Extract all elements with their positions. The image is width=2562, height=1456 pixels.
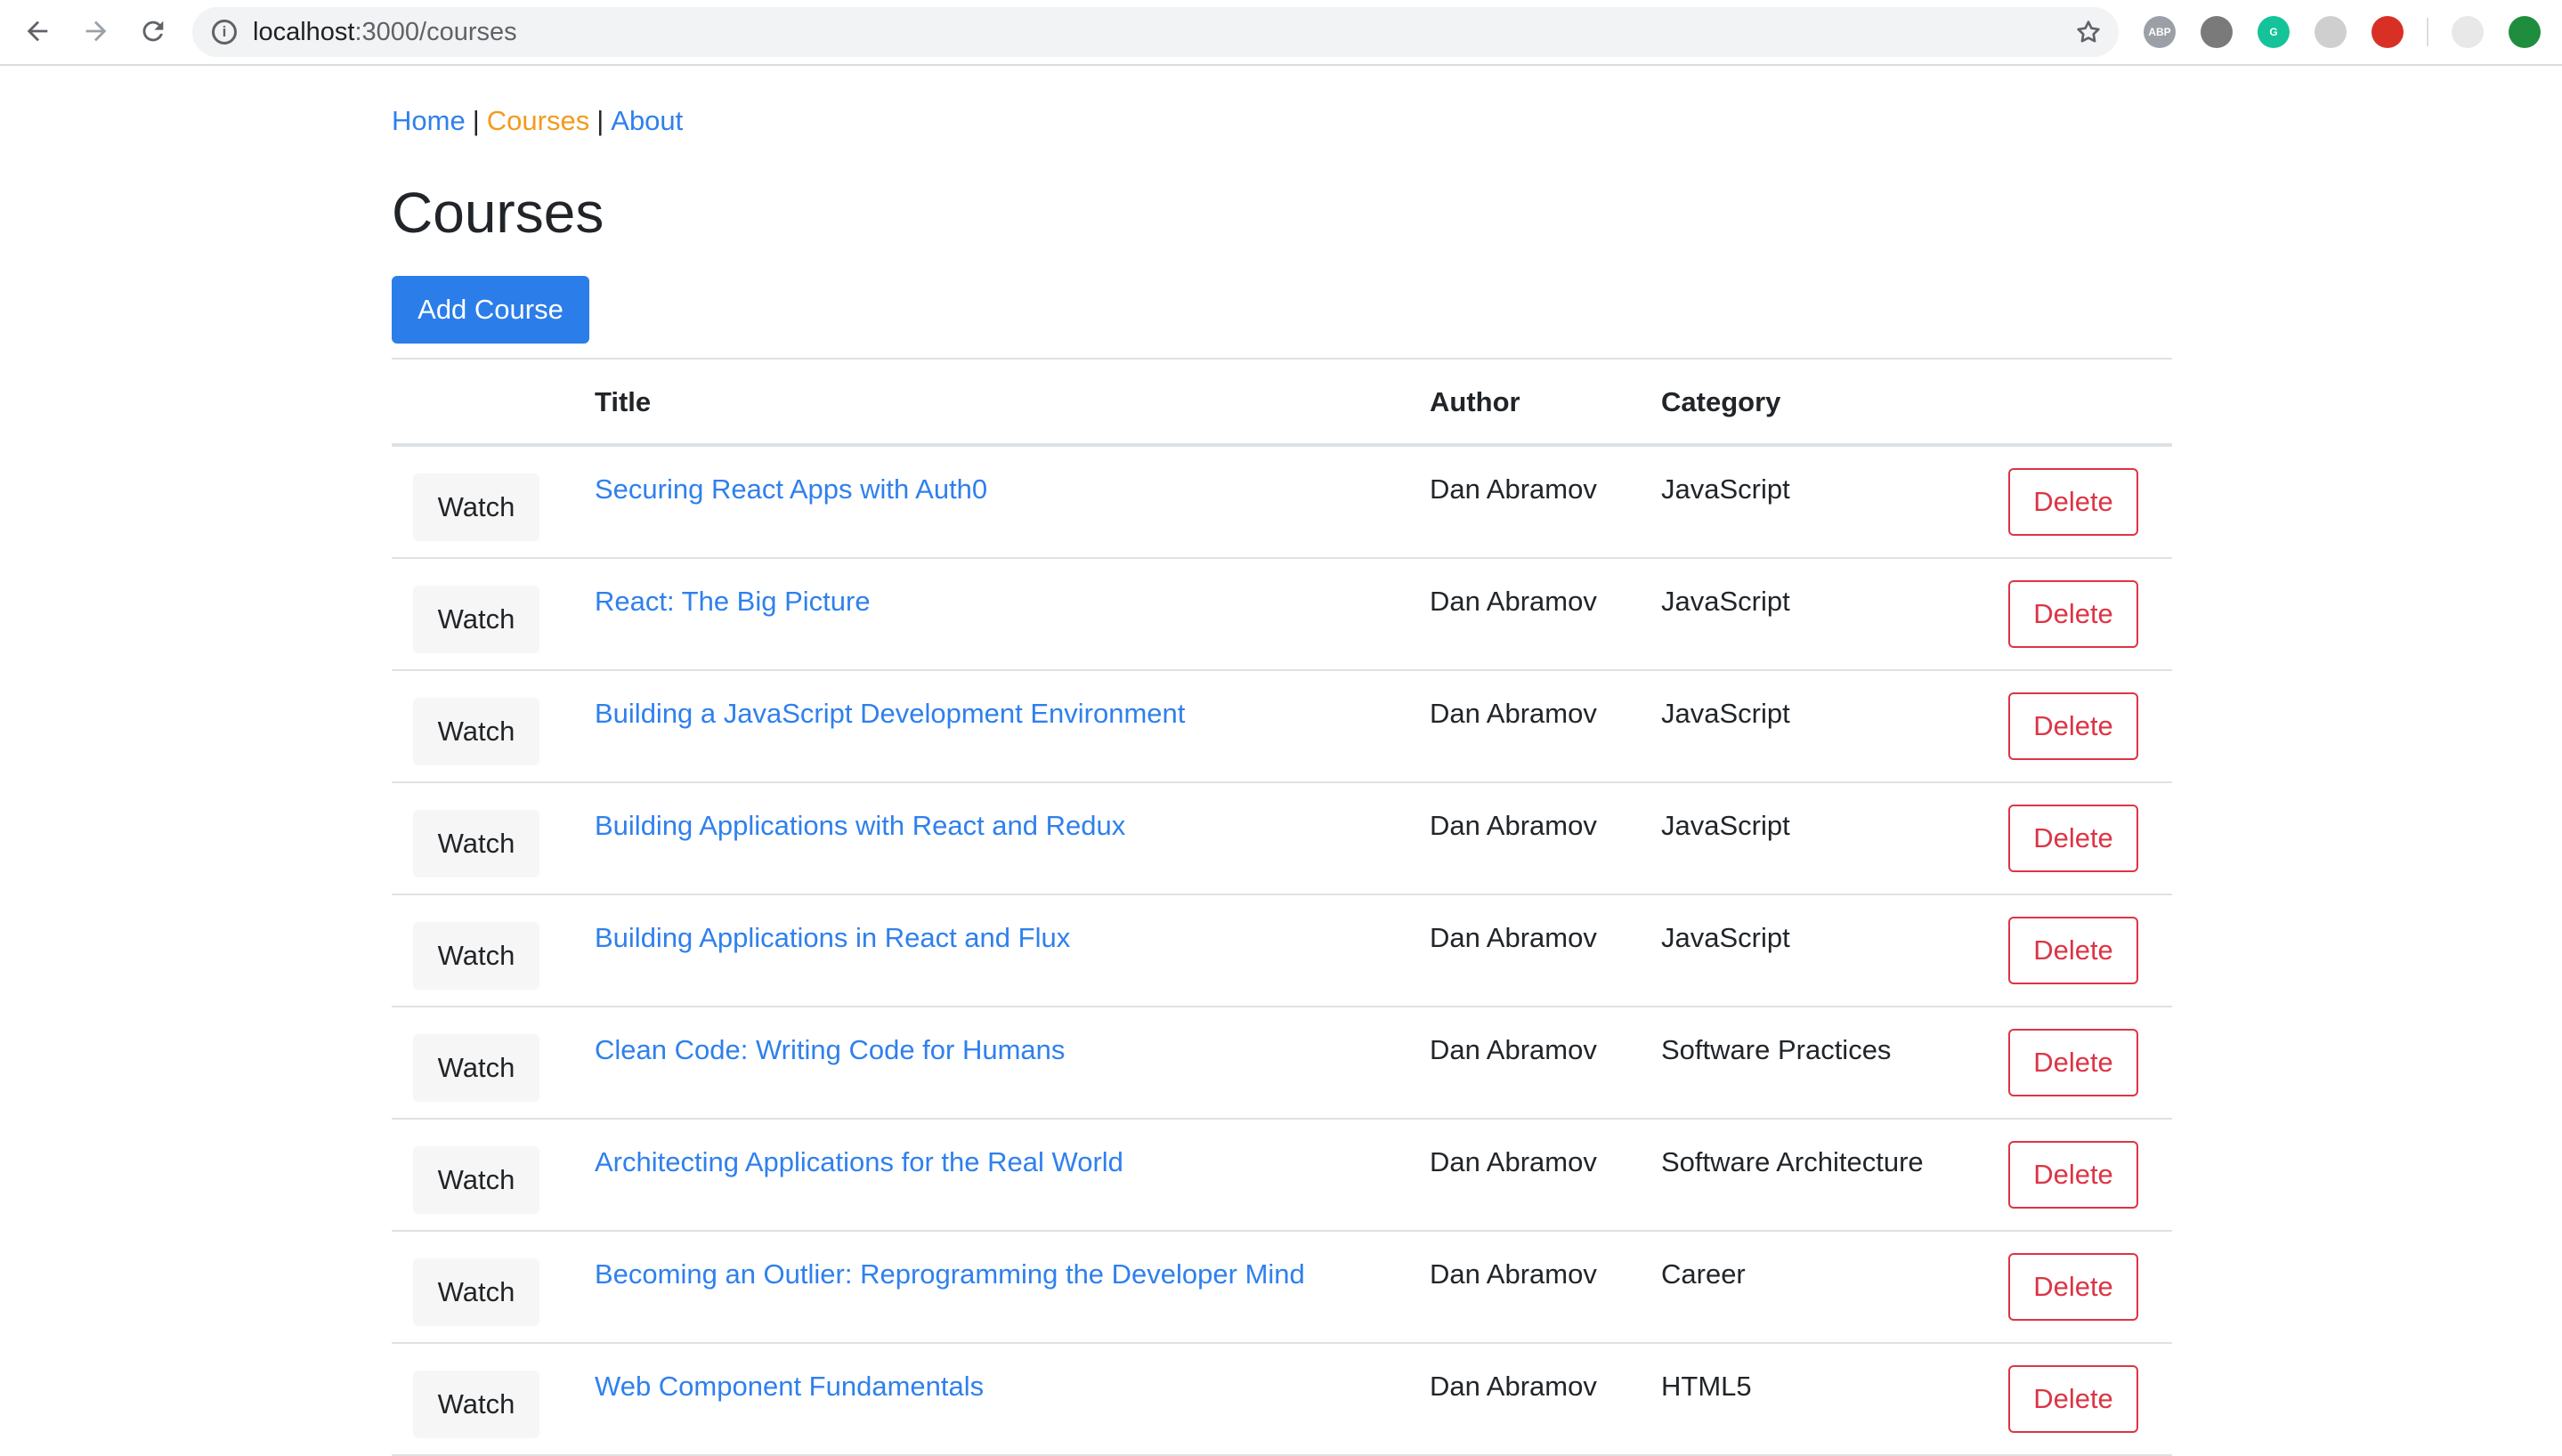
table-header: Title Author Category [392,358,2172,447]
arrow-right-icon [85,20,107,42]
arrow-left-icon [27,20,48,42]
table-row: Watch React: The Big Picture Dan Abramov Ja… [392,559,2172,671]
toolbar-divider [2427,18,2428,46]
delete-button[interactable]: Delete [2008,1365,2138,1433]
watch-button[interactable]: Watch [413,1258,539,1326]
table-row: Watch Building Applications in React and … [392,895,2172,1007]
delete-button[interactable]: Delete [2008,805,2138,872]
delete-button[interactable]: Delete [2008,692,2138,760]
watch-button[interactable]: Watch [413,1146,539,1214]
course-category: JavaScript [1661,810,1790,841]
timer-extension-icon[interactable] [2315,16,2347,48]
eyes-extension-icon[interactable] [2452,16,2484,48]
course-title-link[interactable]: Building Applications with React and Red… [595,810,1125,842]
course-category: JavaScript [1661,473,1790,505]
course-category: Software Architecture [1661,1146,1924,1177]
forward-button[interactable] [78,13,114,49]
top-nav: Home | Courses | About [392,105,683,137]
watch-button[interactable]: Watch [413,922,539,990]
column-header-author: Author [1430,386,1520,417]
course-category: HTML5 [1661,1371,1752,1402]
column-header-title: Title [595,386,652,417]
table-row: Watch Becoming an Outlier: Reprogramming … [392,1232,2172,1344]
table-body: Watch Securing React Apps with Auth0 Dan A… [392,447,2172,1456]
site-info-icon[interactable]: i [212,20,237,44]
course-author: Dan Abramov [1430,473,1597,505]
table-row: Watch Web Component Fundamentals Dan Abram… [392,1344,2172,1456]
course-author: Dan Abramov [1430,1371,1597,1402]
delete-button[interactable]: Delete [2008,917,2138,984]
course-category: JavaScript [1661,698,1790,729]
red-extension-icon[interactable] [2371,16,2404,48]
url-text[interactable]: localhost:3000/courses [253,18,517,47]
course-category: Career [1661,1258,1746,1290]
add-course-button[interactable]: Add Course [392,276,589,344]
delete-button[interactable]: Delete [2008,1141,2138,1209]
bookmark-star-icon[interactable] [2074,18,2103,46]
course-title-link[interactable]: Architecting Applications for the Real W… [595,1146,1123,1178]
course-author: Dan Abramov [1430,1034,1597,1065]
table-row: Watch Building Applications with React an… [392,783,2172,895]
course-category: Software Practices [1661,1034,1892,1065]
course-author: Dan Abramov [1430,586,1597,617]
course-author: Dan Abramov [1430,810,1597,841]
watch-button[interactable]: Watch [413,1371,539,1438]
course-author: Dan Abramov [1430,922,1597,953]
nav-separator: | [472,105,480,136]
nav-separator: | [596,105,604,136]
watch-button[interactable]: Watch [413,1034,539,1102]
page-title: Courses [392,181,604,245]
nav-link-home[interactable]: Home [392,105,466,136]
watch-button[interactable]: Watch [413,586,539,653]
browser-toolbar: i localhost:3000/courses ABP G [0,0,2562,66]
table-row: Watch Architecting Applications for the R… [392,1120,2172,1232]
watch-button[interactable]: Watch [413,473,539,541]
course-author: Dan Abramov [1430,1146,1597,1177]
upload-extension-icon[interactable] [2509,16,2541,48]
address-bar[interactable]: i localhost:3000/courses [192,7,2119,57]
column-header-category: Category [1661,386,1781,417]
course-category: JavaScript [1661,586,1790,617]
watch-button[interactable]: Watch [413,698,539,765]
delete-button[interactable]: Delete [2008,580,2138,648]
nav-link-courses[interactable]: Courses [487,105,589,136]
back-button[interactable] [20,13,55,49]
course-title-link[interactable]: Becoming an Outlier: Reprogramming the D… [595,1258,1305,1290]
course-author: Dan Abramov [1430,698,1597,729]
course-author: Dan Abramov [1430,1258,1597,1290]
grammarly-icon[interactable]: G [2258,16,2290,48]
delete-button[interactable]: Delete [2008,468,2138,536]
adblock-plus-icon[interactable]: ABP [2144,16,2176,48]
course-title-link[interactable]: Web Component Fundamentals [595,1371,984,1403]
watch-button[interactable]: Watch [413,810,539,878]
course-title-link[interactable]: Clean Code: Writing Code for Humans [595,1034,1065,1066]
delete-button[interactable]: Delete [2008,1253,2138,1321]
course-title-link[interactable]: Building a JavaScript Development Enviro… [595,698,1185,730]
vue-devtools-icon[interactable] [2201,16,2233,48]
reload-button[interactable] [135,13,171,49]
delete-button[interactable]: Delete [2008,1029,2138,1096]
nav-link-about[interactable]: About [611,105,683,136]
course-title-link[interactable]: Building Applications in React and Flux [595,922,1070,954]
reload-icon [142,20,164,42]
course-category: JavaScript [1661,922,1790,953]
table-row: Watch Securing React Apps with Auth0 Dan A… [392,447,2172,559]
courses-table: Title Author Category Watch Securing Reac… [392,358,2172,1456]
table-row: Watch Building a JavaScript Development E… [392,671,2172,783]
course-title-link[interactable]: Securing React Apps with Auth0 [595,473,987,506]
table-row: Watch Clean Code: Writing Code for Humans… [392,1007,2172,1120]
course-title-link[interactable]: React: The Big Picture [595,586,871,618]
